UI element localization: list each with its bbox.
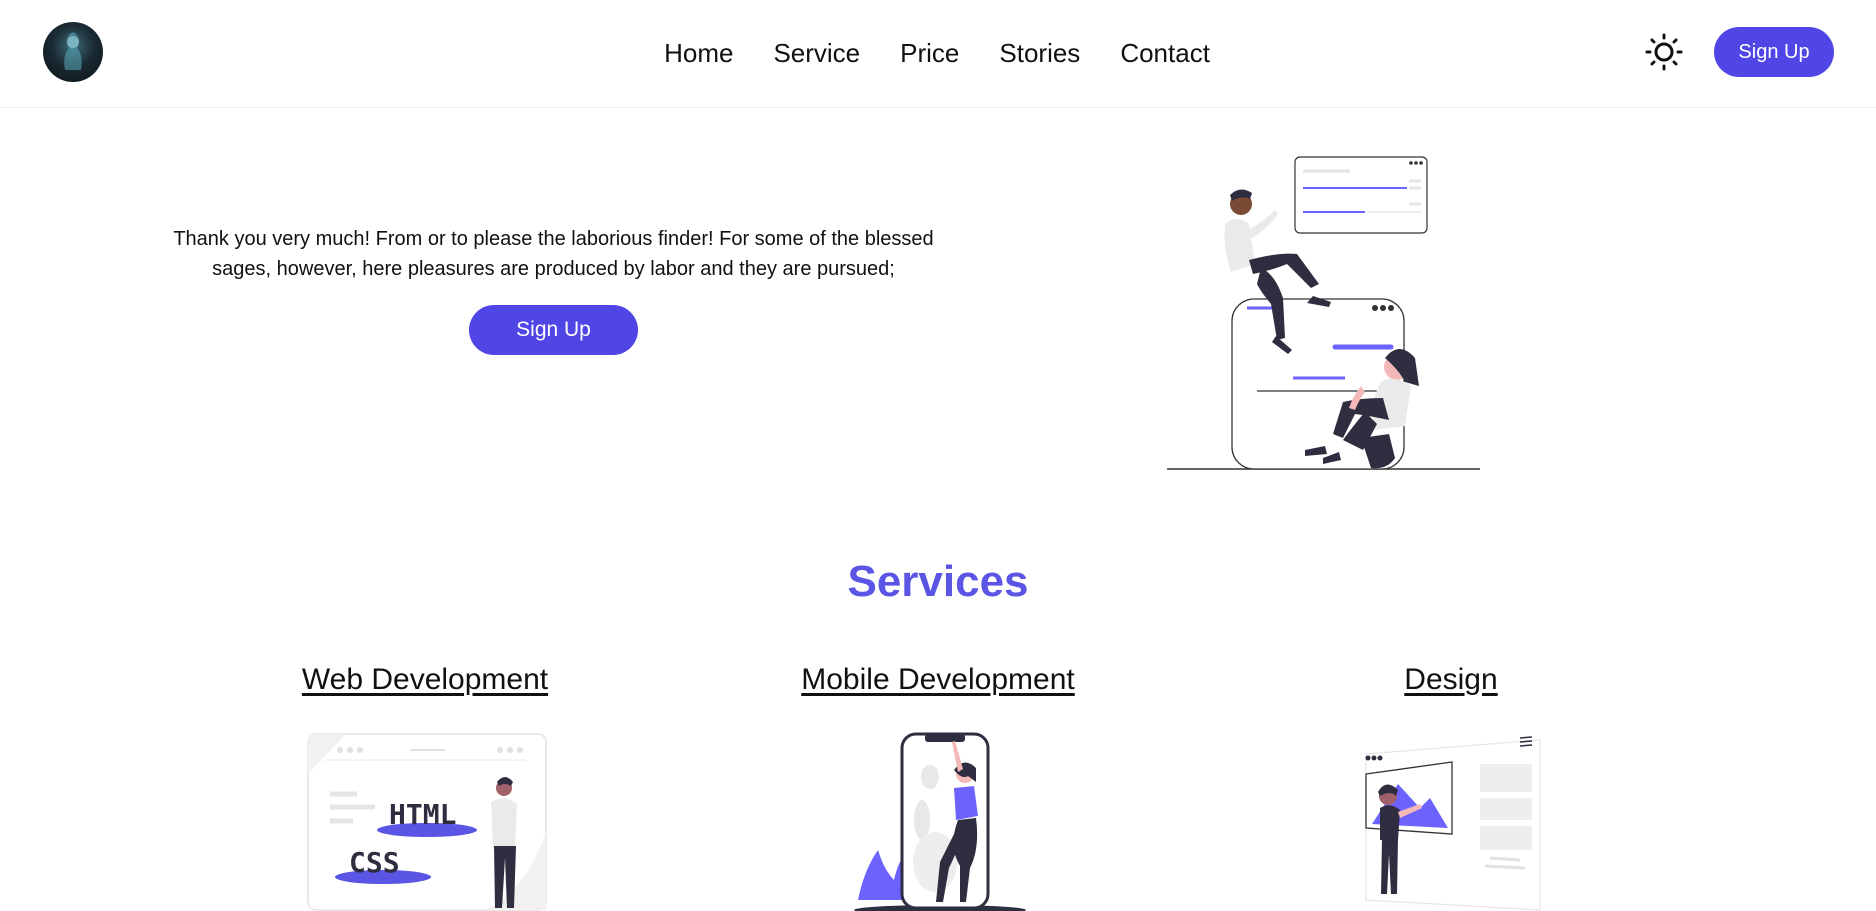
service-design: Design [1251,660,1651,700]
web-development-illustration: HTML CSS [305,732,551,911]
nav-service[interactable]: Service [773,36,860,70]
service-title-web[interactable]: Web Development [225,660,625,700]
css-label: CSS [349,846,400,879]
html-label: HTML [389,798,456,831]
service-title-design[interactable]: Design [1251,660,1651,700]
service-title-mobile[interactable]: Mobile Development [738,660,1138,700]
theme-toggle-button[interactable] [1644,32,1684,72]
site-header: Home Service Price Stories Contact Sign … [0,0,1876,108]
service-web-development: Web Development [225,660,625,700]
service-mobile-development: Mobile Development [738,660,1138,700]
mobile-development-illustration [850,732,1030,911]
hero-signup-button[interactable]: Sign Up [469,305,638,355]
design-illustration [1360,728,1546,911]
header-signup-button[interactable]: Sign Up [1714,27,1834,77]
services-title: Services [847,557,1029,606]
hero-illustration [1165,150,1485,480]
main-nav: Home Service Price Stories Contact [0,36,1876,70]
hero-text: Thank you very much! From or to please t… [173,228,934,280]
nav-price[interactable]: Price [900,36,959,70]
nav-contact[interactable]: Contact [1120,36,1210,70]
nav-stories[interactable]: Stories [999,36,1080,70]
nav-home[interactable]: Home [664,36,733,70]
sun-icon [1645,33,1683,71]
